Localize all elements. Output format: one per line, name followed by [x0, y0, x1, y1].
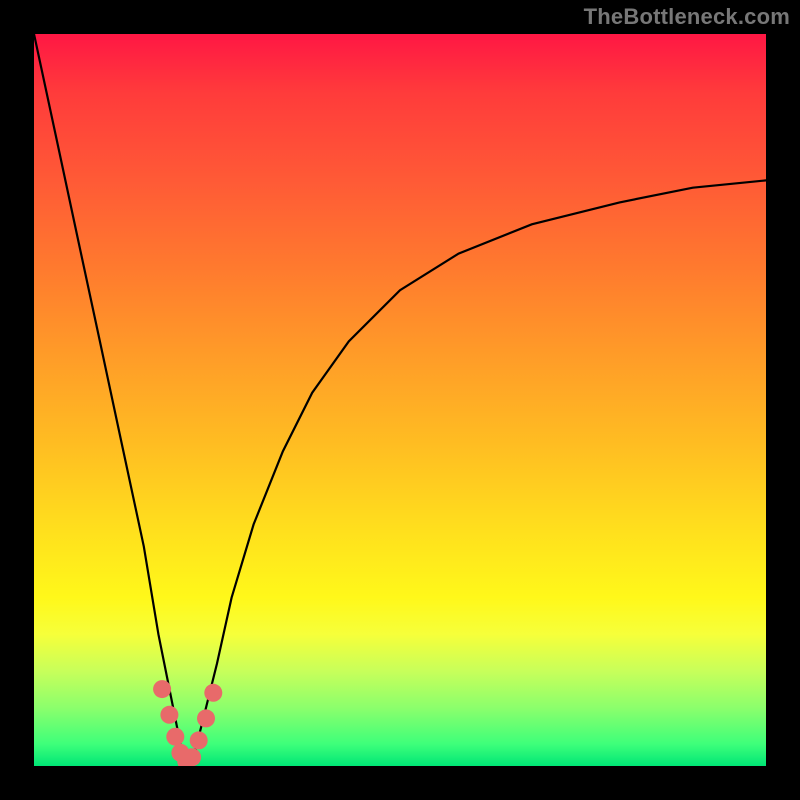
sweet-spot-marker [204, 684, 222, 702]
sweet-spot-marker [166, 728, 184, 746]
bottleneck-curve [34, 34, 766, 766]
plot-svg [34, 34, 766, 766]
chart-frame: TheBottleneck.com [0, 0, 800, 800]
sweet-spot-marker [153, 680, 171, 698]
sweet-spot-marker [160, 706, 178, 724]
sweet-spot-marker [190, 731, 208, 749]
curve-layer [34, 34, 766, 766]
plot-area [34, 34, 766, 766]
sweet-spot-marker [197, 709, 215, 727]
marker-layer [153, 680, 222, 766]
sweet-spot-marker [183, 748, 201, 766]
watermark-text: TheBottleneck.com [584, 4, 790, 30]
